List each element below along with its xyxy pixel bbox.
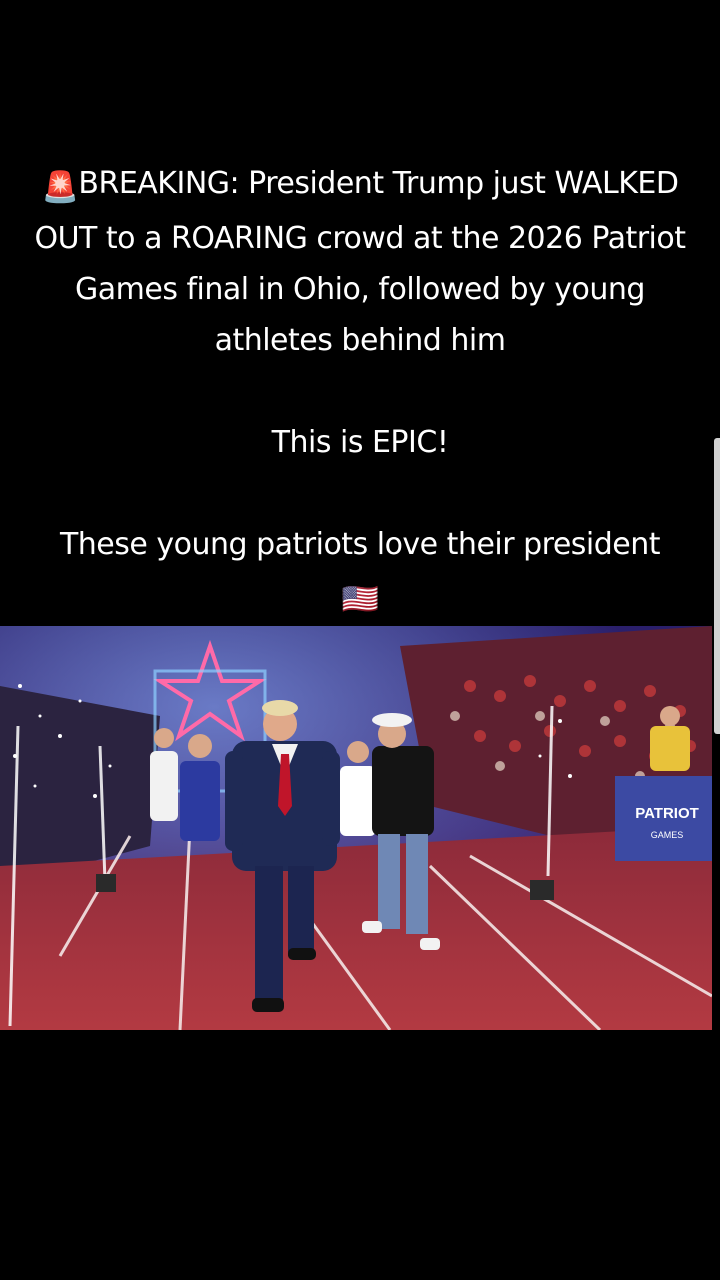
caption-breaking: 🚨BREAKING: President Trump just WALKED O… <box>20 158 700 366</box>
us-flag-icon: 🇺🇸 <box>341 582 379 617</box>
banner-text-2: GAMES <box>651 830 684 840</box>
siren-icon: 🚨 <box>41 170 79 205</box>
post-caption: 🚨BREAKING: President Trump just WALKED O… <box>20 158 700 625</box>
caption-line-2: This is EPIC! <box>271 425 449 460</box>
caption-line-3: These young patriots love their presiden… <box>59 527 661 562</box>
side-scroll-handle[interactable] <box>714 438 720 734</box>
caption-line-1: BREAKING: President Trump just WALKED OU… <box>34 166 686 358</box>
arena-scene: PATRIOT GAMES <box>0 626 712 1030</box>
banner-text-1: PATRIOT <box>635 805 699 822</box>
video-frame[interactable]: PATRIOT GAMES <box>0 626 712 1030</box>
